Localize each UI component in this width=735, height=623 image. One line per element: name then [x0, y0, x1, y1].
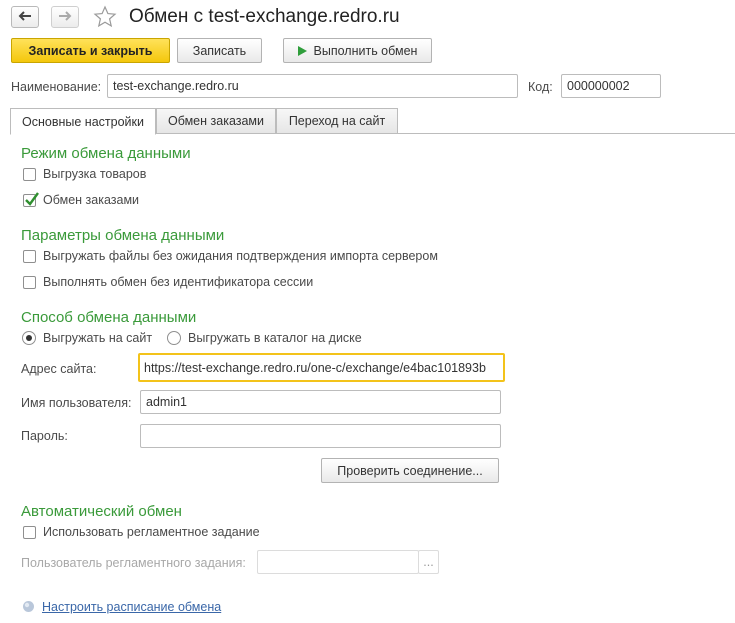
- auto-exchange-heading: Автоматический обмен: [21, 503, 182, 520]
- run-exchange-label: Выполнить обмен: [313, 43, 418, 58]
- forward-button[interactable]: [51, 6, 79, 28]
- no-session-checkbox[interactable]: [23, 276, 36, 289]
- code-label: Код:: [528, 80, 553, 94]
- no-wait-label[interactable]: Выгружать файлы без ожидания подтвержден…: [43, 249, 438, 263]
- tab-main-settings[interactable]: Основные настройки: [10, 108, 156, 135]
- play-icon: [297, 45, 307, 56]
- username-field[interactable]: admin1: [140, 390, 501, 414]
- site-address-field[interactable]: https://test-exchange.redro.ru/one-c/exc…: [138, 353, 505, 382]
- orders-exchange-label[interactable]: Обмен заказами: [43, 193, 139, 207]
- password-label: Пароль:: [21, 429, 68, 443]
- name-field[interactable]: test-exchange.redro.ru: [107, 74, 518, 98]
- goods-export-label[interactable]: Выгрузка товаров: [43, 167, 146, 181]
- job-user-field[interactable]: [257, 550, 419, 574]
- page-title: Обмен с test-exchange.redro.ru: [129, 6, 400, 27]
- exchange-mode-heading: Режим обмена данными: [21, 145, 191, 162]
- export-to-site-radio[interactable]: [22, 331, 36, 345]
- site-address-label: Адрес сайта:: [21, 362, 97, 376]
- checkmark-icon: [25, 192, 39, 206]
- goods-export-checkbox[interactable]: [23, 168, 36, 181]
- star-icon[interactable]: [93, 5, 117, 32]
- code-field[interactable]: 000000002: [561, 74, 661, 98]
- password-field[interactable]: [140, 424, 501, 448]
- back-button[interactable]: [11, 6, 39, 28]
- exchange-method-heading: Способ обмена данными: [21, 309, 197, 326]
- no-session-label[interactable]: Выполнять обмен без идентификатора сесси…: [43, 275, 313, 289]
- job-user-label: Пользователь регламентного задания:: [21, 556, 246, 570]
- no-wait-checkbox[interactable]: [23, 250, 36, 263]
- job-user-select-button[interactable]: ...: [418, 550, 439, 574]
- export-to-disk-label[interactable]: Выгружать в каталог на диске: [188, 331, 362, 345]
- name-label: Наименование:: [11, 80, 102, 94]
- save-button[interactable]: Записать: [177, 38, 262, 63]
- arrow-left-icon: [18, 10, 32, 24]
- username-label: Имя пользователя:: [21, 396, 132, 410]
- arrow-right-icon: [58, 10, 72, 24]
- tab-site-transition[interactable]: Переход на сайт: [276, 108, 398, 134]
- schedule-link[interactable]: Настроить расписание обмена: [42, 600, 221, 614]
- use-scheduled-job-checkbox[interactable]: [23, 526, 36, 539]
- check-connection-button[interactable]: Проверить соединение...: [321, 458, 499, 483]
- tab-order-exchange[interactable]: Обмен заказами: [156, 108, 276, 134]
- export-to-disk-radio[interactable]: [167, 331, 181, 345]
- save-and-close-button[interactable]: Записать и закрыть: [11, 38, 170, 63]
- schedule-icon: [22, 600, 35, 616]
- use-scheduled-job-label[interactable]: Использовать регламентное задание: [43, 525, 260, 539]
- orders-exchange-checkbox[interactable]: [23, 192, 39, 207]
- exchange-params-heading: Параметры обмена данными: [21, 227, 225, 244]
- export-to-site-label[interactable]: Выгружать на сайт: [43, 331, 152, 345]
- run-exchange-button[interactable]: Выполнить обмен: [283, 38, 432, 63]
